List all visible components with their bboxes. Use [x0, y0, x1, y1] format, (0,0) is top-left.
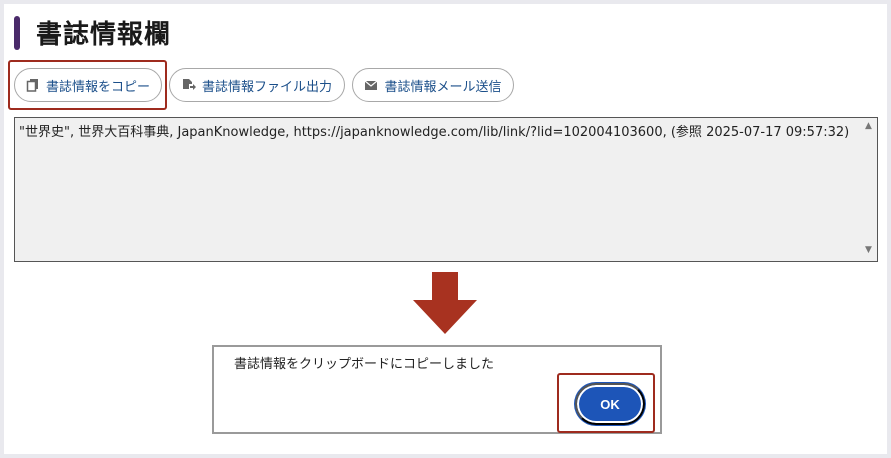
send-email-button[interactable]: 書誌情報メール送信 [352, 68, 514, 102]
textarea-scrollbar[interactable] [860, 118, 877, 261]
ok-button[interactable]: OK [575, 383, 645, 425]
dialog-message: 書誌情報をクリップボードにコピーしました [234, 357, 495, 372]
title-accent-bar [14, 16, 20, 50]
file-export-icon [182, 78, 196, 92]
scroll-up-icon[interactable]: ▲ [861, 120, 876, 132]
export-file-label: 書誌情報ファイル出力 [201, 78, 332, 94]
citation-text: "世界史", 世界大百科事典, JapanKnowledge, https://… [19, 125, 850, 140]
citation-textarea[interactable]: "世界史", 世界大百科事典, JapanKnowledge, https://… [14, 117, 878, 262]
down-arrow-icon [413, 272, 477, 334]
section-title: 書誌情報欄 [36, 20, 172, 50]
envelope-icon [364, 78, 378, 92]
send-email-label: 書誌情報メール送信 [384, 78, 502, 94]
copy-citation-label: 書誌情報をコピー [45, 78, 150, 94]
copy-citation-button[interactable]: 書誌情報をコピー [14, 68, 162, 102]
scroll-down-icon[interactable]: ▼ [861, 244, 876, 256]
copy-icon [26, 78, 40, 92]
export-file-button[interactable]: 書誌情報ファイル出力 [169, 68, 345, 102]
